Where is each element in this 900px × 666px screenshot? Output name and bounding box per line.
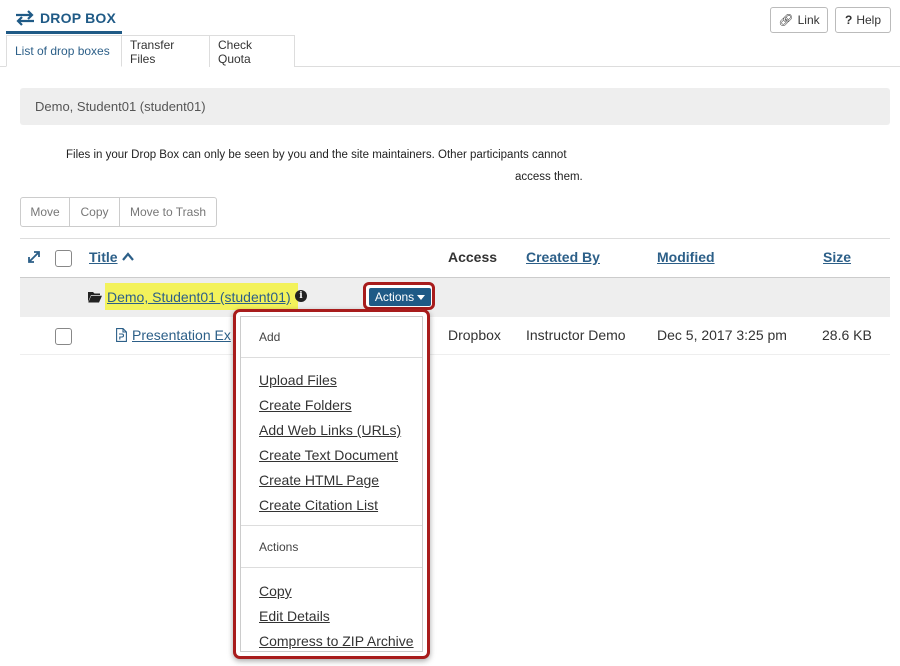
created-by-column-header[interactable]: Created By [526,249,600,265]
menu-item-create-html-page[interactable]: Create HTML Page [259,472,379,488]
actions-dropdown-button[interactable]: Actions [369,288,431,306]
menu-item-create-text-document[interactable]: Create Text Document [259,447,398,463]
caret-down-icon [417,294,426,300]
menu-inner: Add Upload Files Create Folders Add Web … [240,316,423,652]
menu-item-compress-zip[interactable]: Compress to ZIP Archive [259,633,414,649]
folder-link[interactable]: Demo, Student01 (student01) [107,289,291,305]
link-icon: 🔗︎ [778,13,794,27]
help-button[interactable]: ? Help [835,7,891,33]
menu-header-add: Add [259,330,281,344]
size-column-header[interactable]: Size [823,249,851,265]
menu-item-create-folders[interactable]: Create Folders [259,397,352,413]
notice-line-2: access them. [515,171,583,183]
title-column-header[interactable]: Title [89,249,134,265]
menu-item-edit-details[interactable]: Edit Details [259,608,330,624]
file-access: Dropbox [448,327,501,343]
move-to-trash-button[interactable]: Move to Trash [119,197,217,227]
folder-icon [88,292,102,303]
file-size: 28.6 KB [822,327,872,343]
menu-divider [241,567,422,568]
file-row-checkbox[interactable] [55,328,72,345]
title-underline [6,31,122,34]
file-modified: Dec 5, 2017 3:25 pm [657,327,787,343]
file-created-by: Instructor Demo [526,327,626,343]
menu-item-copy[interactable]: Copy [259,583,292,599]
tab-transfer-files[interactable]: Transfer Files [121,35,210,67]
tab-list-of-drop-boxes[interactable]: List of drop boxes [6,35,122,67]
breadcrumb-text: Demo, Student01 (student01) [35,99,206,114]
tab-label: Transfer Files [130,37,175,66]
copy-button[interactable]: Copy [69,197,120,227]
actions-button-label: Actions [374,290,415,304]
help-icon: ? [844,13,853,27]
menu-header-actions: Actions [259,540,299,554]
menu-item-add-web-links[interactable]: Add Web Links (URLs) [259,422,401,438]
info-icon[interactable]: i [295,290,307,302]
breadcrumb: Demo, Student01 (student01) [20,88,890,125]
notice-line-1: Files in your Drop Box can only be seen … [66,149,567,161]
menu-item-create-citation-list[interactable]: Create Citation List [259,497,378,513]
file-icon [116,328,127,342]
sort-up-icon [121,252,134,261]
tab-check-quota[interactable]: Check Quota [209,35,295,67]
link-button[interactable]: 🔗︎ Link [770,7,828,33]
tab-label: Check Quota [218,37,253,66]
move-button[interactable]: Move [20,197,70,227]
file-link[interactable]: Presentation Ex [132,327,231,343]
tab-label: List of drop boxes [15,44,110,58]
menu-divider [241,357,422,358]
access-column-header: Access [448,249,498,265]
tool-title: DROP BOX [14,8,116,28]
link-button-label: Link [797,13,820,27]
actions-dropdown-menu: Add Upload Files Create Folders Add Web … [233,309,430,659]
help-button-label: Help [856,13,882,27]
table-row-border [20,354,890,355]
tool-title-text: DROP BOX [40,10,117,26]
menu-divider [241,525,422,526]
expand-icon[interactable] [27,250,41,264]
table-top-border [20,238,890,239]
swap-arrows-icon [16,10,34,26]
modified-column-header[interactable]: Modified [657,249,715,265]
action-button-group: Move Copy Move to Trash [20,197,217,227]
menu-item-upload-files[interactable]: Upload Files [259,372,337,388]
select-all-checkbox[interactable] [55,250,72,267]
title-header-label: Title [89,249,118,265]
